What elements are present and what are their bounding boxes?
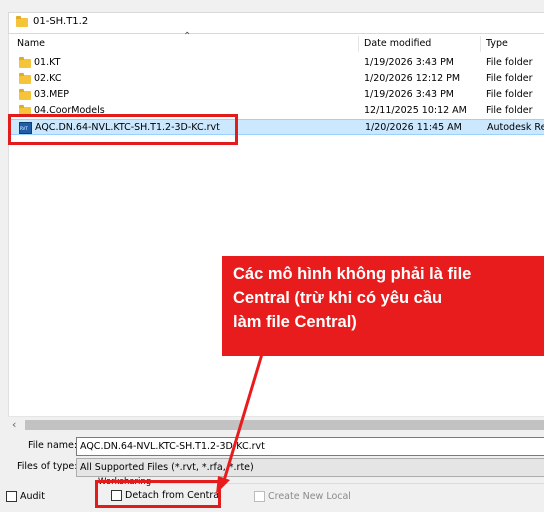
annotation-arrow [216, 353, 264, 494]
